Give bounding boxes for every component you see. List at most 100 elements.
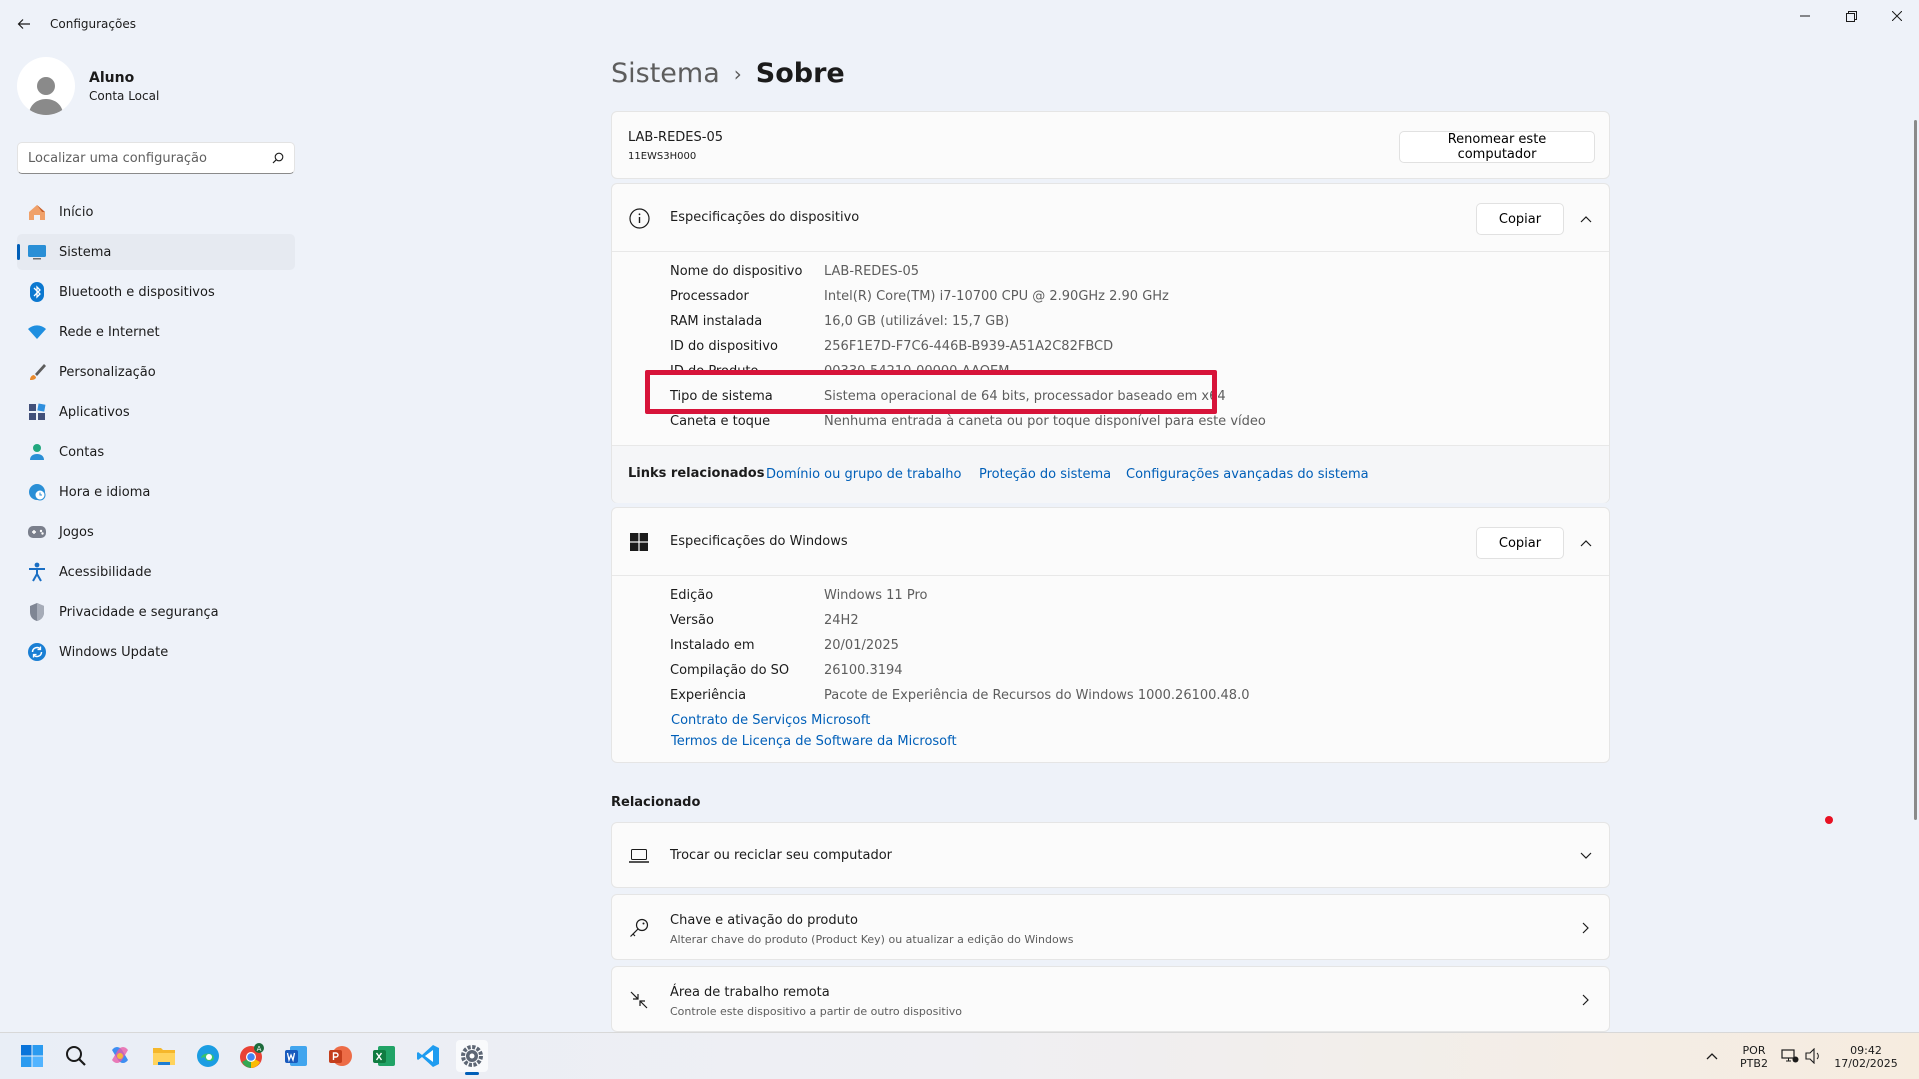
sidebar-item-label: Aplicativos: [59, 404, 130, 420]
spec-value[interactable]: LAB-REDES-05: [824, 264, 919, 279]
search-icon: [272, 152, 284, 164]
sidebar-item-inicio[interactable]: Início: [17, 194, 295, 230]
excel-icon[interactable]: [368, 1040, 400, 1072]
chevron-right-icon[interactable]: [1574, 988, 1598, 1012]
minimize-button[interactable]: [1782, 0, 1828, 32]
rename-computer-button[interactable]: Renomear este computador: [1399, 131, 1595, 163]
related-item-title: Área de trabalho remota: [670, 985, 830, 1000]
spec-label: Experiência: [670, 688, 747, 703]
spec-value[interactable]: 00330-54210-00000-AAOEM: [824, 364, 1009, 379]
sidebar-item-contas[interactable]: Contas: [17, 434, 295, 470]
copy-device-specs-button[interactable]: Copiar: [1476, 203, 1564, 235]
sidebar-item-aplicativos[interactable]: Aplicativos: [17, 394, 295, 430]
volume-icon[interactable]: [1800, 1040, 1828, 1072]
info-icon: [628, 207, 650, 229]
spec-label: RAM instalada: [670, 314, 763, 329]
chevron-up-icon[interactable]: [1574, 531, 1598, 555]
scrollbar[interactable]: [1914, 120, 1917, 820]
chevron-right-icon: ›: [733, 61, 742, 86]
edge-icon[interactable]: [192, 1040, 224, 1072]
spec-value[interactable]: Sistema operacional de 64 bits, processa…: [824, 389, 1226, 404]
sidebar-item-hora[interactable]: Hora e idioma: [17, 474, 295, 510]
spec-value[interactable]: Pacote de Experiência de Recursos do Win…: [824, 688, 1249, 703]
vscode-icon[interactable]: [412, 1040, 444, 1072]
sidebar-item-windows-update[interactable]: Windows Update: [17, 634, 295, 670]
restore-button[interactable]: [1828, 0, 1874, 32]
sidebar-nav: Início Sistema Bluetooth e dispositivos …: [17, 194, 295, 674]
remote-desktop-icon: [628, 989, 650, 1011]
chevron-right-icon[interactable]: [1574, 916, 1598, 940]
sidebar-item-personalizacao[interactable]: Personalização: [17, 354, 295, 390]
search-icon[interactable]: [60, 1040, 92, 1072]
search-input[interactable]: [28, 150, 272, 166]
sidebar-item-rede[interactable]: Rede e Internet: [17, 314, 295, 350]
spec-value[interactable]: 24H2: [824, 613, 859, 628]
shield-icon: [27, 602, 47, 622]
related-links-bar: Links relacionados Domínio ou grupo de t…: [612, 446, 1609, 503]
sidebar-item-jogos[interactable]: Jogos: [17, 514, 295, 550]
clock[interactable]: 09:42 17/02/2025: [1830, 1044, 1902, 1070]
spec-value[interactable]: 26100.3194: [824, 663, 903, 678]
spec-label: Processador: [670, 289, 749, 304]
link-advanced-settings[interactable]: Configurações avançadas do sistema: [1126, 467, 1369, 482]
monitor-icon: [27, 242, 47, 262]
restore-icon: [1845, 10, 1857, 22]
device-specs-card: Especificações do dispositivo Copiar Nom…: [611, 183, 1610, 503]
spec-row-pen-touch: Caneta e toque Nenhuma entrada à caneta …: [670, 409, 1266, 434]
word-icon[interactable]: [280, 1040, 312, 1072]
back-button[interactable]: [12, 12, 36, 36]
taskbar: A POR PTB2 09:42 17/02/2025: [0, 1032, 1919, 1079]
link-software-license-terms[interactable]: Termos de Licença de Software da Microso…: [671, 734, 957, 749]
copy-windows-specs-button[interactable]: Copiar: [1476, 527, 1564, 559]
account-type: Conta Local: [89, 88, 160, 103]
user-name: Aluno: [89, 69, 135, 86]
spec-value[interactable]: 256F1E7D-F7C6-446B-B939-A51A2C82FBCD: [824, 339, 1113, 354]
globe-clock-icon: [27, 482, 47, 502]
copilot-icon[interactable]: [104, 1040, 136, 1072]
sidebar-item-privacidade[interactable]: Privacidade e segurança: [17, 594, 295, 630]
sidebar-item-acessibilidade[interactable]: Acessibilidade: [17, 554, 295, 590]
minimize-icon: [1800, 15, 1810, 17]
powerpoint-icon[interactable]: [324, 1040, 356, 1072]
sidebar-item-label: Hora e idioma: [59, 484, 151, 500]
spec-value[interactable]: Nenhuma entrada à caneta ou por toque di…: [824, 414, 1266, 429]
sidebar-item-label: Personalização: [59, 364, 156, 380]
settings-search[interactable]: [17, 142, 295, 174]
page-title: Sobre: [755, 58, 845, 89]
link-domain-workgroup[interactable]: Domínio ou grupo de trabalho: [766, 467, 962, 482]
start-icon[interactable]: [16, 1040, 48, 1072]
windows-specs-title: Especificações do Windows: [670, 534, 848, 549]
related-item-trade-in[interactable]: Trocar ou reciclar seu computador: [611, 822, 1610, 888]
spec-value[interactable]: 16,0 GB (utilizável: 15,7 GB): [824, 314, 1009, 329]
related-item-remote-desktop[interactable]: Área de trabalho remota Controle este di…: [611, 966, 1610, 1032]
close-button[interactable]: [1874, 0, 1919, 32]
close-icon: [1892, 11, 1902, 21]
bluetooth-icon: [27, 282, 47, 302]
user-profile[interactable]: Aluno Conta Local: [17, 57, 159, 115]
windows-specs-header[interactable]: Especificações do Windows Copiar: [612, 508, 1609, 575]
svg-text:A: A: [257, 1045, 262, 1053]
sidebar-item-sistema[interactable]: Sistema: [17, 234, 295, 270]
wifi-icon: [27, 322, 47, 342]
chevron-up-icon[interactable]: [1698, 1040, 1726, 1072]
spec-value[interactable]: Intel(R) Core(TM) i7-10700 CPU @ 2.90GHz…: [824, 289, 1169, 304]
windows-specs-card: Especificações do Windows Copiar Edição …: [611, 507, 1610, 763]
spec-value[interactable]: Windows 11 Pro: [824, 588, 927, 603]
keyboard-language[interactable]: POR PTB2: [1736, 1044, 1772, 1070]
computer-model: 11EWS3H000: [628, 151, 697, 162]
chrome-icon[interactable]: A: [236, 1040, 268, 1072]
sidebar-item-bluetooth[interactable]: Bluetooth e dispositivos: [17, 274, 295, 310]
device-specs-header[interactable]: Especificações do dispositivo Copiar: [612, 184, 1609, 251]
link-system-protection[interactable]: Proteção do sistema: [979, 467, 1111, 482]
chevron-up-icon[interactable]: [1574, 207, 1598, 231]
spec-row-edition: Edição Windows 11 Pro: [670, 583, 927, 608]
link-microsoft-services-agreement[interactable]: Contrato de Serviços Microsoft: [671, 713, 870, 728]
gamepad-icon: [27, 522, 47, 542]
related-item-product-key[interactable]: Chave e ativação do produto Alterar chav…: [611, 894, 1610, 960]
file-explorer-icon[interactable]: [148, 1040, 180, 1072]
breadcrumb-parent[interactable]: Sistema: [611, 58, 720, 89]
spec-value[interactable]: 20/01/2025: [824, 638, 899, 653]
settings-icon[interactable]: [456, 1040, 488, 1075]
related-links-label: Links relacionados: [628, 466, 765, 481]
chevron-down-icon[interactable]: [1574, 844, 1598, 868]
